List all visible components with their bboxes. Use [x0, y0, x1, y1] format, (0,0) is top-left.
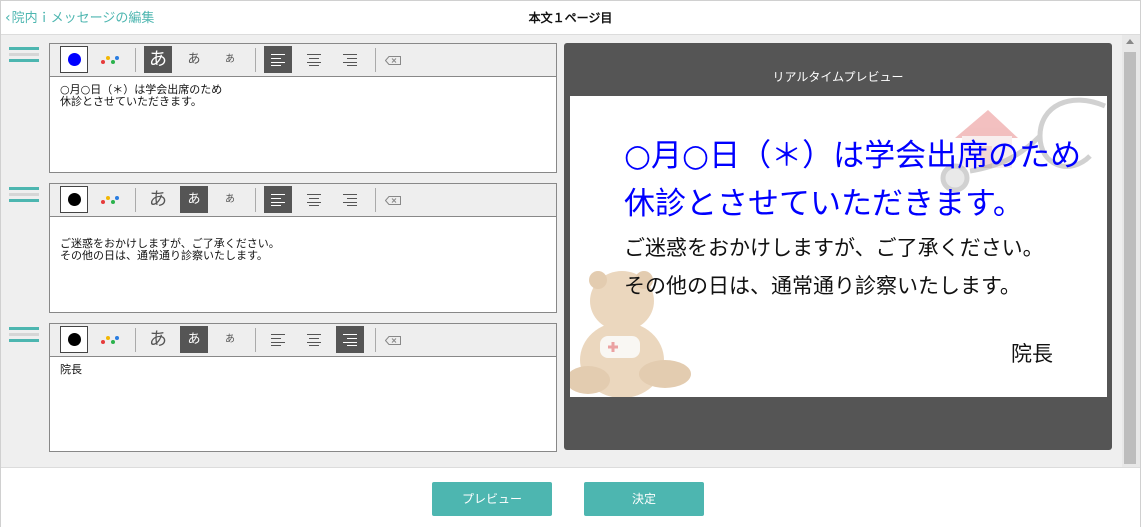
selected-color-swatch: [68, 193, 81, 206]
format-toolbar: あ あ あ: [50, 324, 556, 357]
color-picker-button[interactable]: [60, 326, 88, 353]
divider: [135, 188, 136, 212]
font-size-medium-button[interactable]: あ: [180, 186, 208, 213]
page-title: 本文１ページ目: [528, 11, 613, 25]
font-size-large-button[interactable]: あ: [144, 46, 172, 73]
drag-bar: [9, 59, 39, 62]
divider: [255, 328, 256, 352]
drag-bar: [9, 53, 39, 56]
divider: [255, 48, 256, 72]
text-block-2: あ あ あ ご迷惑をおかけしますが、ご了承ください。 その他の日は、通常通り診察…: [49, 183, 557, 313]
palette-icon: [101, 336, 119, 346]
align-right-button[interactable]: [336, 326, 364, 353]
align-center-icon: [307, 54, 321, 66]
palette-button[interactable]: [95, 326, 123, 353]
divider: [255, 188, 256, 212]
palette-icon: [101, 56, 119, 66]
text-input[interactable]: ○月○日（＊）は学会出席のため 休診とさせていただきます。: [60, 84, 550, 108]
backspace-icon: [385, 196, 401, 205]
backspace-icon: [385, 336, 401, 345]
text-block-3: あ あ あ 院長: [49, 323, 557, 452]
clear-button[interactable]: [378, 46, 406, 73]
preview-title: リアルタイムプレビュー: [772, 70, 904, 84]
divider: [375, 48, 376, 72]
backspace-icon: [385, 56, 401, 65]
align-left-button[interactable]: [264, 46, 292, 73]
realtime-preview-panel: リアルタイムプレビュー ○月○日（＊）は学会出席のため 休診とさせていただきます…: [564, 43, 1112, 450]
align-right-icon: [343, 334, 357, 346]
palette-button[interactable]: [95, 46, 123, 73]
align-left-button[interactable]: [264, 186, 292, 213]
drag-handle-2[interactable]: [9, 185, 39, 207]
font-size-medium-button[interactable]: あ: [180, 46, 208, 73]
align-left-button[interactable]: [264, 326, 292, 353]
text-block-1: あ あ あ ○月○日（＊）は学会出席のため 休診とさせていただきます。: [49, 43, 557, 173]
font-size-medium-button[interactable]: あ: [180, 326, 208, 353]
preview-line-1: ○月○日（＊）は学会出席のため: [624, 138, 1082, 174]
preview-card: ○月○日（＊）は学会出席のため 休診とさせていただきます。 ご迷惑をおかけします…: [570, 96, 1107, 397]
clear-button[interactable]: [378, 326, 406, 353]
format-toolbar: あ あ あ: [50, 44, 556, 77]
selected-color-swatch: [68, 53, 81, 66]
palette-button[interactable]: [95, 186, 123, 213]
divider: [375, 188, 376, 212]
align-right-button[interactable]: [336, 46, 364, 73]
format-toolbar: あ あ あ: [50, 184, 556, 217]
selected-color-swatch: [68, 333, 81, 346]
color-picker-button[interactable]: [60, 46, 88, 73]
align-center-button[interactable]: [300, 186, 328, 213]
app-window: ‹院内ｉメッセージの編集 本文１ページ目 あ あ あ ○月○日（＊）は学会出席の…: [0, 0, 1141, 527]
confirm-button[interactable]: 決定: [584, 482, 704, 516]
align-center-icon: [307, 194, 321, 206]
drag-bar: [9, 199, 39, 202]
align-center-button[interactable]: [300, 326, 328, 353]
drag-bar: [9, 187, 39, 190]
vertical-scrollbar[interactable]: [1122, 35, 1140, 467]
main-area: あ あ あ ○月○日（＊）は学会出席のため 休診とさせていただきます。 あ あ …: [1, 35, 1140, 467]
align-right-icon: [343, 194, 357, 206]
preview-line-4: その他の日は、通常通り診察いたします。: [624, 274, 1021, 298]
palette-icon: [101, 196, 119, 206]
drag-bar: [9, 193, 39, 196]
font-size-small-button[interactable]: あ: [216, 46, 244, 73]
clear-button[interactable]: [378, 186, 406, 213]
font-size-large-button[interactable]: あ: [144, 186, 172, 213]
align-left-icon: [271, 194, 285, 206]
text-input[interactable]: 院長: [60, 364, 550, 376]
font-size-small-button[interactable]: あ: [216, 326, 244, 353]
preview-line-3: ご迷惑をおかけしますが、ご了承ください。: [624, 236, 1044, 260]
drag-bar: [9, 47, 39, 50]
header: ‹院内ｉメッセージの編集 本文１ページ目: [1, 1, 1140, 35]
drag-handle-1[interactable]: [9, 45, 39, 67]
divider: [135, 328, 136, 352]
align-center-button[interactable]: [300, 46, 328, 73]
drag-handle-3[interactable]: [9, 325, 39, 347]
divider: [135, 48, 136, 72]
footer: プレビュー 決定: [1, 467, 1140, 527]
preview-line-5: 院長: [1011, 342, 1053, 366]
drag-bar: [9, 333, 39, 336]
scrollbar-thumb[interactable]: [1124, 52, 1136, 464]
align-center-icon: [307, 334, 321, 346]
preview-line-2: 休診とさせていただきます。: [624, 186, 1024, 222]
align-left-icon: [271, 334, 285, 346]
preview-button[interactable]: プレビュー: [432, 482, 552, 516]
font-size-small-button[interactable]: あ: [216, 186, 244, 213]
align-right-button[interactable]: [336, 186, 364, 213]
align-left-icon: [271, 54, 285, 66]
divider: [375, 328, 376, 352]
color-picker-button[interactable]: [60, 186, 88, 213]
scroll-up-icon[interactable]: [1126, 39, 1134, 44]
align-right-icon: [343, 54, 357, 66]
text-input[interactable]: ご迷惑をおかけしますが、ご了承ください。 その他の日は、通常通り診察いたします。: [60, 238, 550, 262]
drag-bar: [9, 339, 39, 342]
font-size-large-button[interactable]: あ: [144, 326, 172, 353]
drag-bar: [9, 327, 39, 330]
